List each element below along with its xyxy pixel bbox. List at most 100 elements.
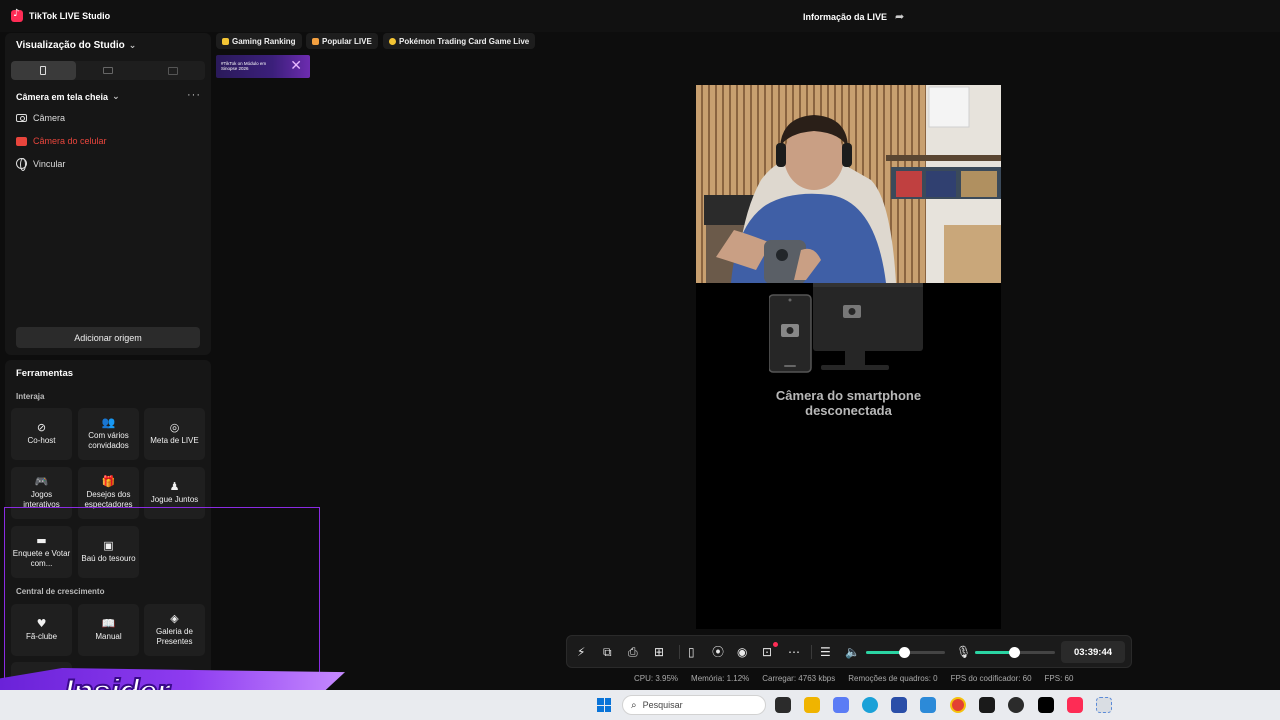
settings-sliders-icon[interactable]: ☰ (820, 644, 831, 660)
more-options-icon[interactable]: ··· (187, 89, 201, 101)
tool-label: Jogue Juntos (150, 495, 199, 505)
volume-slider[interactable] (866, 647, 945, 658)
disconnected-line-1: Câmera do smartphone (775, 388, 922, 403)
microphone-knob[interactable] (1009, 647, 1020, 658)
live-indicator-dot (773, 642, 778, 647)
stat-memory: Memória: 1.12% (691, 674, 750, 683)
studio-view-dropdown[interactable]: Visualização do Studio ⌄ (16, 40, 136, 51)
app-icon[interactable] (1008, 697, 1024, 713)
stat-upload: Carregar: 4763 kbps (762, 674, 836, 683)
phone-camera-icon (16, 136, 27, 146)
chevron-down-icon: ⌄ (112, 92, 120, 102)
studio-panel: Visualização do Studio ⌄ Câmera em tela … (5, 33, 211, 355)
capcut-alt-icon[interactable] (1038, 697, 1054, 713)
live-camera-icon[interactable]: ⊡ (762, 644, 772, 660)
microphone-icon[interactable]: 🎙 (956, 644, 971, 660)
chip-gaming-ranking[interactable]: Gaming Ranking (216, 33, 302, 49)
source-label: Câmera (33, 113, 66, 123)
target-icon: ◎ (169, 421, 180, 435)
disconnected-line-2: desconectada (805, 402, 892, 418)
landscape-mode-button[interactable] (76, 61, 141, 80)
gamepad-icon: 🎮 (34, 475, 49, 489)
chevron-down-icon: ⌄ (128, 40, 137, 51)
volume-knob[interactable] (899, 647, 910, 658)
copilot-icon[interactable] (833, 697, 849, 713)
add-source-button[interactable]: Adicionar origem (16, 327, 200, 348)
task-view-icon[interactable] (775, 697, 791, 713)
more-icon[interactable]: ⋯ (788, 644, 800, 660)
live-info-button[interactable]: Informação da LIVE ➦ (803, 10, 904, 23)
globe-icon (16, 158, 27, 171)
speaker-icon[interactable]: 🔈 (845, 644, 860, 660)
tool-label: Co-host (27, 436, 56, 446)
file-explorer-icon[interactable] (804, 697, 820, 713)
add-scene-icon[interactable]: ⊞ (654, 644, 664, 660)
windows-start-icon[interactable] (597, 698, 611, 712)
tools-title: Ferramentas (16, 368, 74, 379)
phone-icon[interactable]: ▯ (688, 644, 695, 660)
search-icon: ⌕ (631, 699, 637, 711)
app-title: TikTok LIVE Studio (29, 11, 111, 21)
store-icon[interactable] (891, 697, 907, 713)
section-interact: Interaja (16, 392, 45, 401)
camera-mode-dropdown[interactable]: Câmera em tela cheia ⌄ (16, 92, 120, 102)
layout-edit-icon[interactable]: ⧉ (603, 644, 612, 660)
screenshot-icon[interactable]: ⎙ (628, 644, 638, 660)
joystick-icon: ♟ (169, 480, 180, 494)
mail-icon[interactable] (920, 697, 936, 713)
tool-multi-guest[interactable]: 👥 Com vários convidados (78, 408, 139, 460)
tool-label: Com vários convidados (88, 431, 129, 450)
chip-popular-live[interactable]: Popular LIVE (306, 33, 378, 49)
source-link[interactable]: Vincular (16, 158, 66, 171)
divider (811, 645, 812, 659)
performance-stats: CPU: 3.95% Memória: 1.12% Carregar: 4763… (634, 674, 1073, 683)
tiktok-taskbar-icon[interactable] (1067, 697, 1083, 713)
live-preview[interactable]: Câmera do smartphone desconectada (696, 85, 1001, 629)
heart-icon (312, 37, 319, 45)
split-screen-icon (167, 66, 178, 75)
title-bar: TikTok LIVE Studio Informação da LIVE ➦ (0, 0, 1280, 32)
control-bar: ⚡ ⧉ ⎙ ⊞ ▯ ⦿ ◉ ⊡ ⋯ ☰ 🔈 🎙 03:39:44 (566, 635, 1132, 668)
pokeball-icon (389, 37, 396, 45)
record-icon[interactable]: ⦿ (712, 644, 724, 660)
focus-icon[interactable]: ◉ (737, 644, 747, 660)
tool-cohost[interactable]: ⊘ Co-host (11, 408, 72, 460)
taskbar-search[interactable]: ⌕ Pesquisar (622, 695, 766, 715)
stat-dropped-frames: Remoções de quadros: 0 (848, 674, 938, 683)
divider (679, 645, 680, 659)
users-icon: 👥 (101, 416, 116, 430)
gift-icon: 🎁 (101, 475, 116, 489)
phone-and-monitor-icon (769, 283, 923, 373)
promo-banner[interactable]: #TikTok on Módulo em Sinopse 2026 ✕ (216, 55, 310, 78)
source-label: Câmera do celular (33, 136, 107, 146)
capcut-icon[interactable] (979, 697, 995, 713)
tool-live-goal[interactable]: ◎ Meta de LIVE (144, 408, 205, 460)
source-camera[interactable]: Câmera (16, 113, 65, 123)
link-icon: ⊘ (36, 421, 47, 435)
microphone-slider[interactable] (975, 647, 1055, 658)
portrait-mode-button[interactable] (11, 61, 76, 80)
stat-cpu: CPU: 3.95% (634, 674, 679, 683)
camera-icon (16, 114, 27, 122)
chip-pokemon-tcg[interactable]: Pokémon Trading Card Game Live (383, 33, 536, 49)
portrait-icon (40, 66, 47, 75)
chrome-icon[interactable] (950, 697, 966, 713)
source-phone-camera[interactable]: Câmera do celular (16, 136, 107, 146)
chip-label: Popular LIVE (322, 36, 372, 46)
chip-label: Gaming Ranking (232, 36, 296, 46)
snipping-tool-icon[interactable] (1096, 697, 1112, 713)
studio-view-title: Visualização do Studio (16, 40, 125, 51)
source-label: Vincular (33, 158, 66, 169)
live-timer: 03:39:44 (1061, 641, 1125, 663)
split-mode-button[interactable] (140, 61, 205, 80)
tiktok-logo-icon (11, 8, 23, 22)
chip-label: Pokémon Trading Card Game Live (399, 36, 530, 46)
banner-text: #TikTok on Módulo em Sinopse 2026 (221, 61, 267, 72)
phone-camera-disconnected: Câmera do smartphone desconectada (696, 283, 1001, 629)
magic-wand-icon[interactable]: ⚡ (577, 644, 585, 660)
live-info-label: Informação da LIVE (803, 11, 888, 22)
overlay-frame (4, 507, 320, 690)
landscape-icon (103, 67, 113, 74)
share-icon[interactable]: ➦ (895, 10, 904, 23)
edge-icon[interactable] (862, 697, 878, 713)
